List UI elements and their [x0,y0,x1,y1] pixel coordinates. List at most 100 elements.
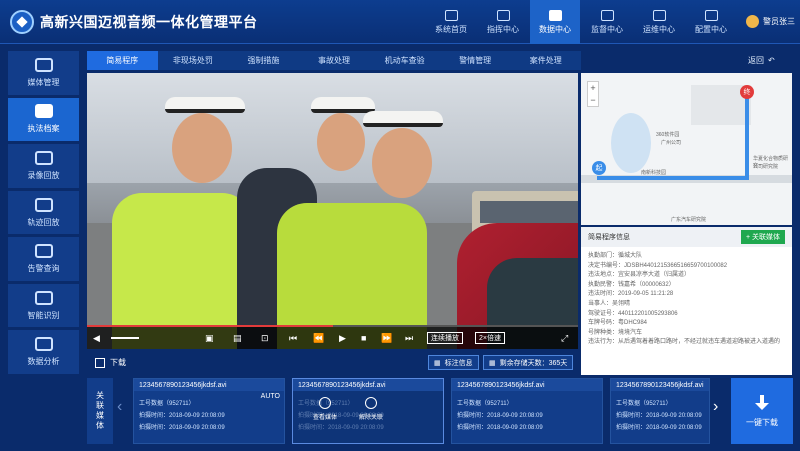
volume-slider[interactable] [111,337,139,339]
clip-time: 拍摄时间：2018-09-09 20:08:09 [457,425,543,431]
clip-filename: 1234567890123456jkdsf.avi [134,379,284,391]
progress-bar[interactable] [87,325,578,327]
data-icon [548,9,562,21]
volume-icon[interactable]: ◀ [93,331,100,345]
clip-time: 拍摄时间：2018-09-09 20:08:09 [616,413,702,419]
clip-filename: 1234567890123456jkdsf.avi [452,379,602,391]
player-controls: ◀ ▣ ▤ ⊡ ⏮ ⏪ ▶ ■ ⏩ ⏭ 连续播放 2×倍速 ⤢ [87,325,578,349]
sidebar-item-label: 智能识别 [27,310,60,320]
one-click-download-button[interactable]: 一键下载 [731,378,793,444]
track-icon [34,197,53,212]
magnifier-icon [319,397,331,409]
tab-accident[interactable]: 事故处理 [299,51,370,70]
nav-item-command[interactable]: 指挥中心 [478,0,528,44]
tab-vehicle-inspection[interactable]: 机动车查验 [369,51,440,70]
sidebar-item-analysis[interactable]: 数据分析 [8,330,79,375]
tab-simple-procedure[interactable]: 简易程序 [87,51,158,70]
zoom-in-icon[interactable]: + [590,83,595,93]
map-label: 360软件园 [656,132,680,138]
mark-icon: ▦ [434,359,441,367]
clip-icon[interactable]: ▤ [233,331,242,345]
zoom-out-icon[interactable]: − [590,95,595,105]
archive-icon [34,104,53,119]
info-row: 号牌种类：境境汽车 [588,329,643,336]
media-clip-card[interactable]: 1234567890123456jkdsf.avi 工号数据（952711） 拍… [451,378,603,444]
playback-icon [34,150,53,165]
view-media-label: 查看媒体 [313,415,338,421]
rewind-icon[interactable]: ⏪ [313,331,324,345]
sidebar-item-label: 告警查询 [27,264,60,274]
unlink-icon [365,397,378,409]
media-clip-card[interactable]: 1234567890123456jkdsf.avi AUTO 工号数据（9527… [133,378,285,444]
route-map[interactable]: 起 终 + − 360软件园 广州公司 华夏化合物质研究 公司研究院 南新科技园 … [581,73,792,225]
tab-enforcement[interactable]: 强制措施 [228,51,299,70]
mark-info-button[interactable]: ▦ 标注信息 [428,355,479,370]
screenshot-icon[interactable]: ▣ [205,331,214,345]
nav-item-config[interactable]: 配置中心 [686,0,736,44]
skip-start-icon[interactable]: ⏮ [289,331,297,345]
clip-time: 拍摄时间：2018-09-09 20:08:09 [616,425,702,431]
clip-device: 工号数据（952711） [139,401,195,407]
maintenance-icon [652,9,666,21]
tab-offsite-penalty[interactable]: 非现场处罚 [158,51,229,70]
sidebar-item-media[interactable]: 媒体管理 [8,51,79,95]
user-menu[interactable]: 警员张三 [746,15,795,28]
nav-item-maintenance[interactable]: 运维中心 [634,0,684,44]
app-title: 高新兴国迈视音频一体化管理平台 [40,14,258,30]
link-media-button[interactable]: + 关联媒体 [740,230,785,244]
video-frame[interactable] [87,73,578,349]
back-arrow-icon: ↶ [768,56,775,65]
info-row: 违法时间：2019-09-05 11:21:28 [588,291,674,298]
sidebar-item-track[interactable]: 轨迹回放 [8,190,79,235]
monitor-icon [600,9,614,21]
nav-label: 数据中心 [539,24,571,34]
download-arrow-icon [755,394,769,411]
fullscreen-icon[interactable]: ⤢ [561,331,568,345]
case-info-panel: 简易程序信息 + 关联媒体 执勤部门：循城大队 决定书编号：JDSBH44012… [581,227,792,375]
storage-icon: ▦ [489,359,496,367]
next-arrow-icon[interactable]: › [713,398,718,416]
tab-incident[interactable]: 警情管理 [440,51,511,70]
sidebar: 媒体管理 执法档案 录像回放 轨迹回放 告警查询 智能识别 数据分析 [8,51,79,375]
continuous-play-button[interactable]: 连续播放 [427,332,463,344]
back-button[interactable]: 返回 ↶ [748,55,775,66]
clip-time: 拍摄时间：2018-09-09 20:08:09 [457,413,543,419]
prev-arrow-icon[interactable]: ‹ [117,398,122,416]
nav-item-data[interactable]: 数据中心 [530,0,580,44]
media-clip-card[interactable]: 1234567890123456jkdsf.avi 工号数据（952711） 拍… [610,378,710,444]
fast-forward-icon[interactable]: ⏩ [381,331,392,345]
sidebar-item-recognition[interactable]: 智能识别 [8,283,79,328]
media-icon [34,57,53,72]
info-row: 违法行为：从后遇驾着着路口路时，不经过就违车遇道迎路被进入道遇的 [588,339,781,346]
stop-icon[interactable]: ■ [361,331,366,345]
nav-item-home[interactable]: 系统首页 [426,0,476,44]
nav-item-monitor[interactable]: 监督中心 [582,0,632,44]
speed-button[interactable]: 2×倍速 [475,332,505,344]
clip-filename: 1234567890123456jkdsf.avi [611,379,709,391]
route-end-pin[interactable]: 终 [740,85,754,99]
unlink-button[interactable]: 解除关联 [359,397,383,421]
video-officer-cap [311,97,375,113]
info-row: 违法地点：宜安县凉亭大道（归属道） [588,272,691,279]
route-line [597,176,749,180]
route-start-pin[interactable]: 起 [592,161,606,175]
top-nav: 系统首页 指挥中心 数据中心 监督中心 运维中心 配置中心 [426,0,738,44]
home-icon [444,9,458,21]
clip-device: 工号数据（952711） [457,401,513,407]
sidebar-item-archive[interactable]: 执法档案 [8,97,79,142]
mark-label: 标注信息 [444,359,473,367]
nav-label: 运维中心 [643,24,675,34]
tab-case[interactable]: 案件处理 [510,51,581,70]
nav-label: 监督中心 [591,24,623,34]
download-button[interactable]: 下载 [95,357,126,368]
sidebar-item-playback[interactable]: 录像回放 [8,144,79,188]
play-icon[interactable]: ▶ [339,331,346,345]
storage-days-badge: ▦ 剩余存储天数：365天 [483,355,574,370]
zoom-icon[interactable]: ⊡ [261,331,269,345]
sidebar-item-alarm[interactable]: 告警查询 [8,237,79,281]
video-officer-head [172,113,232,183]
map-zoom-control[interactable]: + − [587,81,599,107]
skip-end-icon[interactable]: ⏭ [405,331,413,345]
view-media-button[interactable]: 查看媒体 [313,397,337,421]
media-clip-card[interactable]: 1234567890123456jkdsf.avi 工号数据（952711） 拍… [292,378,444,444]
